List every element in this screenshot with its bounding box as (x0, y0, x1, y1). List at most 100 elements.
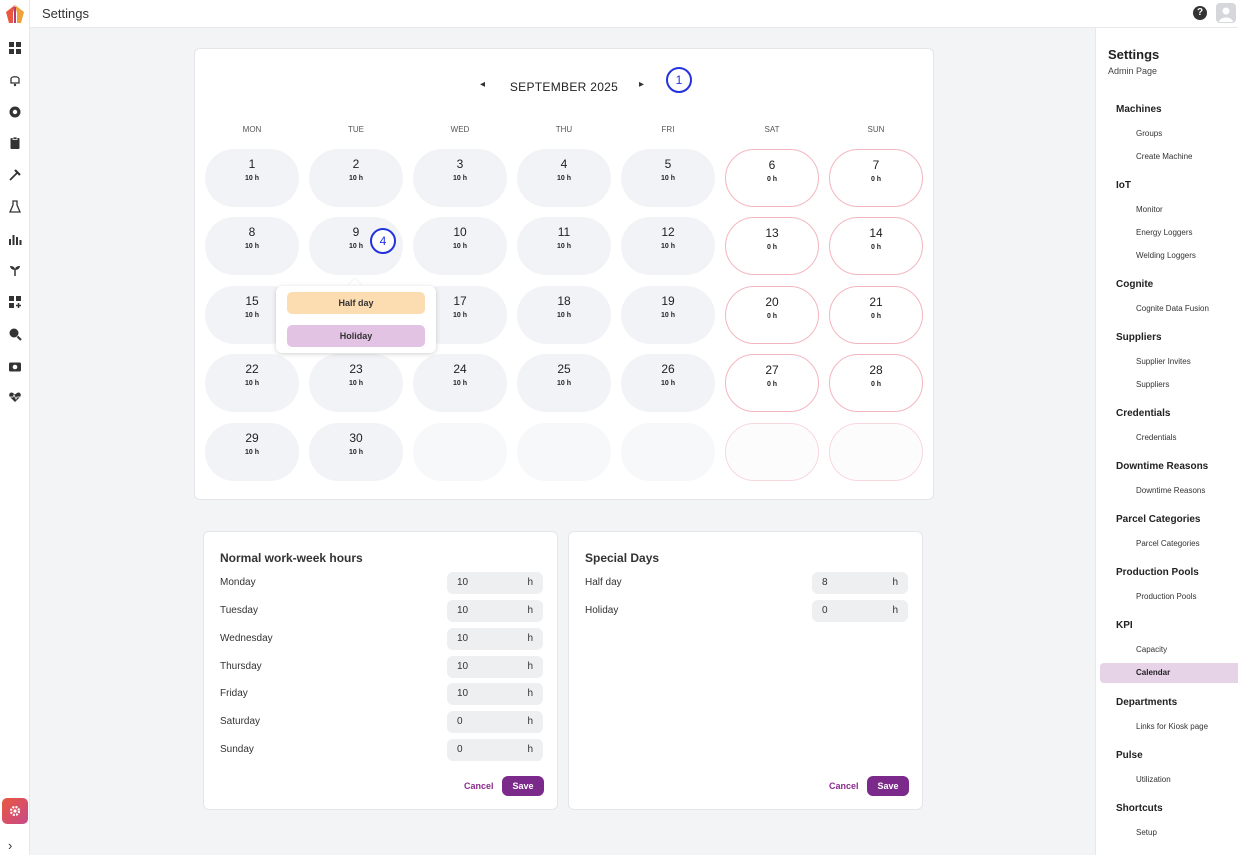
side-panel-item-supplier-invites[interactable]: Supplier Invites (1136, 357, 1191, 366)
hours-unit: h (527, 633, 533, 644)
calendar-day[interactable]: 210 h (829, 286, 923, 344)
side-panel-item-downtime-reasons[interactable]: Downtime Reasons (1136, 486, 1205, 495)
side-panel-item-welding-loggers[interactable]: Welding Loggers (1136, 251, 1196, 260)
workweek-hours-input[interactable]: 10 h (447, 600, 543, 622)
workweek-cancel-button[interactable]: Cancel (464, 781, 494, 791)
side-panel-item-parcel-categories[interactable]: Parcel Categories (1136, 539, 1200, 548)
calendar-day[interactable]: 1 10 h (205, 149, 299, 207)
avatar[interactable] (1216, 3, 1236, 23)
side-panel-section-shortcuts: Shortcuts (1116, 803, 1163, 814)
calendar-day[interactable]: 24 10 h (413, 354, 507, 412)
dashboard-icon (9, 42, 21, 54)
calendar-day[interactable]: 26 10 h (621, 354, 715, 412)
left-nav: › (0, 0, 30, 855)
day-hours: 0 h (870, 244, 882, 251)
calendar-day[interactable]: 7 0 h (829, 149, 923, 207)
calendar-day[interactable]: 18 10 h (517, 286, 611, 344)
special-days-save-button[interactable]: Save (867, 776, 909, 796)
calendar-day[interactable]: 22 10 h (205, 354, 299, 412)
calendar-day[interactable]: 25 10 h (517, 354, 611, 412)
bar-chart-nav-button[interactable] (5, 229, 25, 249)
calendar-day[interactable]: 12 10 h (621, 217, 715, 275)
workweek-hours-input[interactable]: 0h (447, 711, 543, 733)
calendar-day[interactable]: 23 10 h (309, 354, 403, 412)
day-hours: 10 h (348, 175, 363, 182)
calendar-day[interactable]: 13 0 h (725, 217, 819, 275)
side-panel-item-suppliers[interactable]: Suppliers (1136, 380, 1169, 389)
machine-nav-button[interactable] (5, 102, 25, 122)
side-panel-item-credentials[interactable]: Credentials (1136, 433, 1176, 442)
top-bar: Settings ? (30, 0, 1238, 28)
workweek-hours-input[interactable]: 10 h (447, 683, 543, 705)
side-panel-item-monitor[interactable]: Monitor (1136, 205, 1163, 214)
calendar-day[interactable]: 10 10 h (413, 217, 507, 275)
side-panel-item-energy-loggers[interactable]: Energy Loggers (1136, 228, 1192, 237)
day-hours: 10 h (244, 380, 259, 387)
special-day-hours-input[interactable]: 0h (812, 600, 908, 622)
calendar-day[interactable]: 29 10 h (205, 423, 299, 481)
day-number: 11 (557, 225, 571, 239)
special-days-cancel-button[interactable]: Cancel (829, 781, 859, 791)
side-panel-item-utilization[interactable]: Utilization (1136, 775, 1171, 784)
add-widget-nav-button[interactable] (5, 292, 25, 312)
calendar-day-empty (517, 423, 611, 481)
calendar-day[interactable]: 6 0 h (725, 149, 819, 207)
calendar-day[interactable]: 11 10 h (517, 217, 611, 275)
side-panel-item-create-machine[interactable]: Create Machine (1136, 152, 1192, 161)
side-panel-item-calendar[interactable]: Calendar (1136, 668, 1170, 677)
calendar-day[interactable]: 14 0 h (829, 217, 923, 275)
workweek-hours-input[interactable]: 10 h (447, 572, 543, 594)
calendar-day[interactable]: 28 0 h (829, 354, 923, 412)
calendar-card: ◂ SEPTEMBER 2025 ▸ MON TUE WED THU FRI SAT SUN… (194, 48, 934, 500)
app-logo[interactable] (4, 3, 26, 25)
clipboard-nav-button[interactable] (5, 133, 25, 153)
calendar-day[interactable]: 19 10 h (621, 286, 715, 344)
expand-nav-button[interactable]: › (8, 838, 12, 853)
calendar-day[interactable]: 210 h (309, 149, 403, 207)
workweek-save-button[interactable]: Save (502, 776, 544, 796)
heart-pulse-nav-button[interactable] (5, 387, 25, 407)
help-icon[interactable]: ? (1193, 6, 1207, 20)
calendar-day[interactable]: 30 10 h (309, 423, 403, 481)
next-month-button[interactable]: ▸ (639, 79, 644, 90)
day-number: 5 (664, 157, 672, 171)
day-hours: 0 h (766, 313, 778, 320)
special-day-hours-input[interactable]: 8h (812, 572, 908, 594)
hours-value: 0 (457, 744, 463, 755)
flask-nav-button[interactable] (5, 197, 25, 217)
day-type-popup: Half day Holiday (276, 286, 436, 353)
calendar-day[interactable]: 27 0 h (725, 354, 819, 412)
calendar-day[interactable]: 4 10 h (517, 149, 611, 207)
side-panel-item-capacity[interactable]: Capacity (1136, 645, 1167, 654)
side-panel-item-production-pools[interactable]: Production Pools (1136, 592, 1196, 601)
settings-side-panel: Settings Admin Page Machines Groups Create… (1095, 28, 1238, 855)
side-panel-item-links-for-kiosk-page[interactable]: Links for Kiosk page (1136, 722, 1208, 731)
dashboard-nav-button[interactable] (5, 38, 25, 58)
day-hours: 10 h (556, 175, 571, 182)
bell-nav-button[interactable] (5, 70, 25, 90)
tools-nav-button[interactable] (5, 165, 25, 185)
special-days-title: Special Days (585, 551, 660, 565)
workweek-hours-input[interactable]: 10 h (447, 628, 543, 650)
prev-month-button[interactable]: ◂ (480, 79, 485, 90)
half-day-option[interactable]: Half day (287, 292, 425, 314)
sprout-nav-button[interactable] (5, 260, 25, 280)
workweek-hours-input[interactable]: 10 h (447, 656, 543, 678)
day-number: 29 (245, 431, 259, 445)
workweek-hours-input[interactable]: 0h (447, 739, 543, 761)
day-hours: 0 h (870, 381, 882, 388)
calendar-day[interactable]: 3 10 h (413, 149, 507, 207)
calendar-day[interactable]: 8 10 h (205, 217, 299, 275)
calendar-day[interactable]: 5 10 h (621, 149, 715, 207)
user-icon (1219, 7, 1233, 22)
side-panel-item-setup[interactable]: Setup (1136, 828, 1157, 837)
calendar-day-empty (829, 423, 923, 481)
side-panel-item-groups[interactable]: Groups (1136, 129, 1162, 138)
calendar-day[interactable]: 20 0 h (725, 286, 819, 344)
holiday-option[interactable]: Holiday (287, 325, 425, 347)
search-analytics-nav-button[interactable] (5, 324, 25, 344)
settings-nav-button[interactable] (2, 798, 28, 824)
side-panel-item-cognite-data-fusion[interactable]: Cognite Data Fusion (1136, 304, 1209, 313)
side-panel-title: Settings (1108, 47, 1160, 62)
camera-nav-button[interactable] (5, 356, 25, 376)
